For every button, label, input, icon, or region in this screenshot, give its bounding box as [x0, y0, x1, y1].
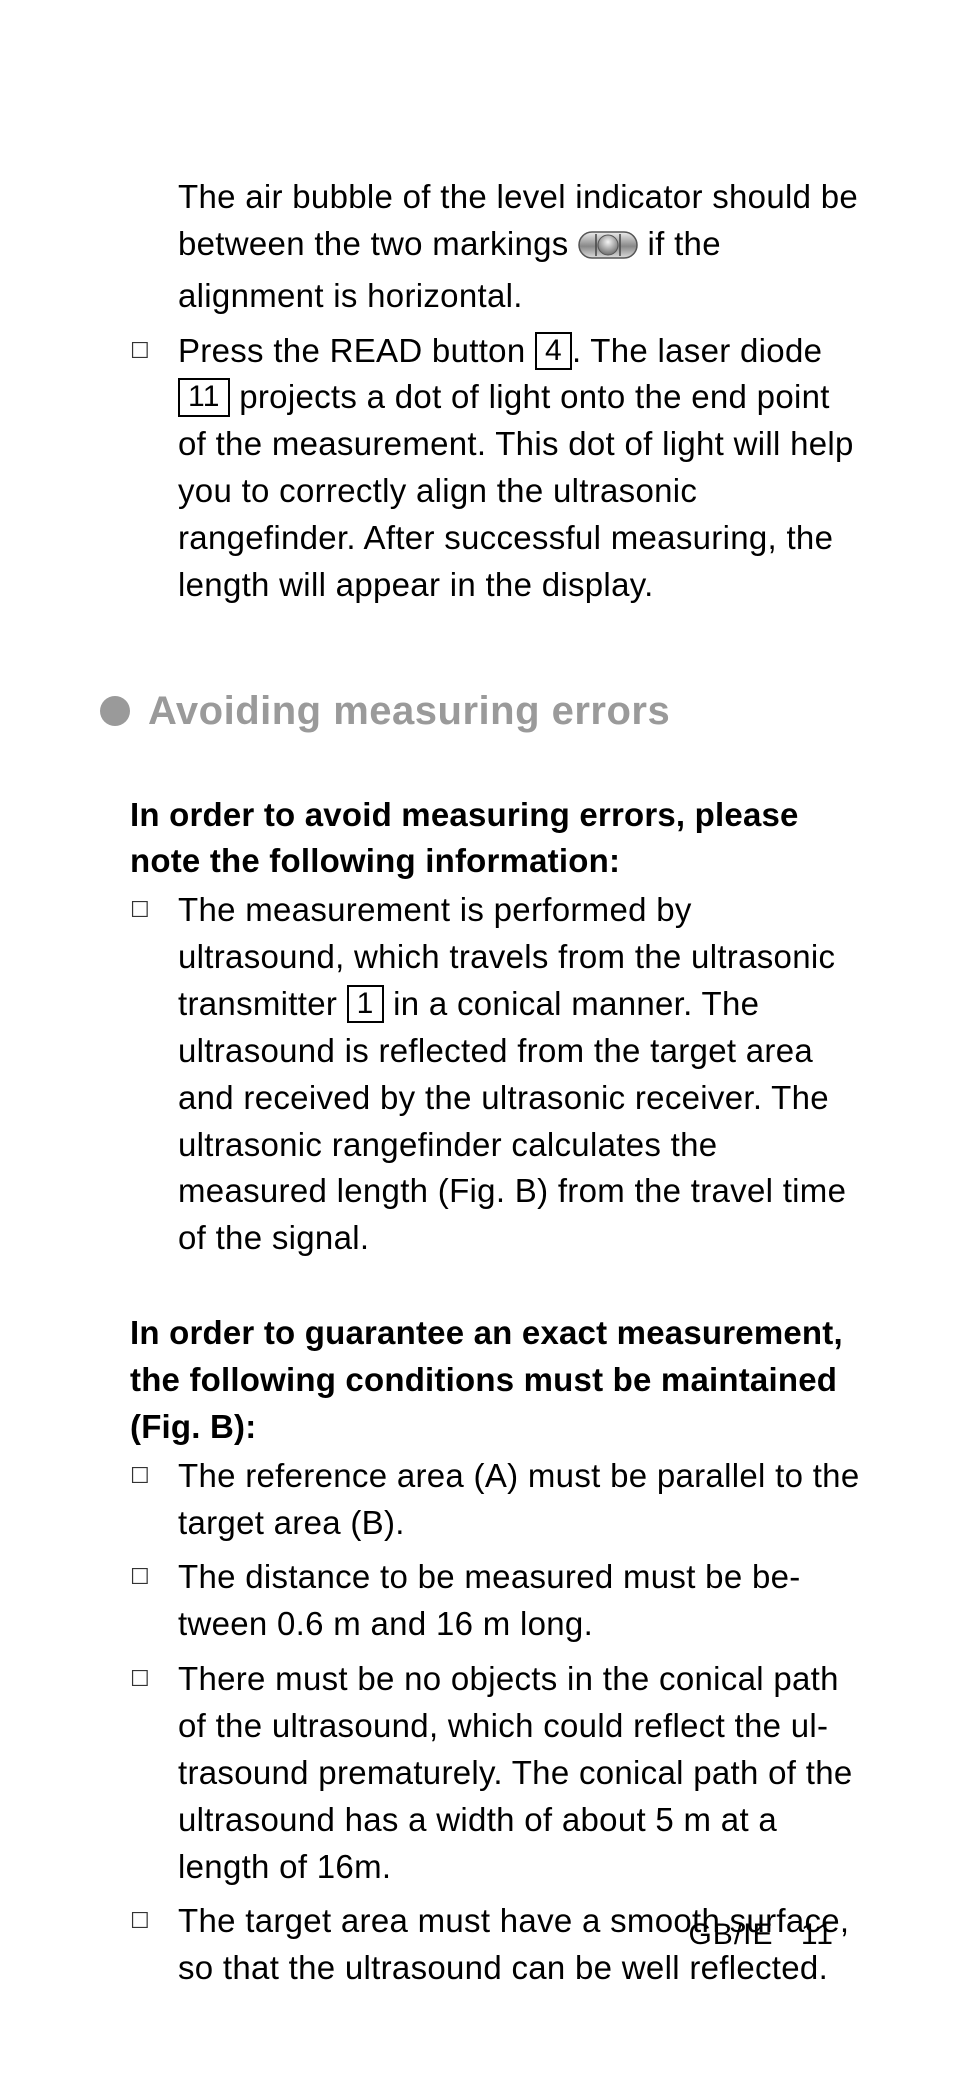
square-bullet-icon: ☐ [130, 887, 178, 933]
text: The measurement is performed by ultrasou… [178, 887, 864, 1262]
reference-number-1: 1 [347, 985, 384, 1024]
level-bubble-icon [578, 226, 638, 273]
section-title: Avoiding measuring errors [148, 683, 670, 740]
square-bullet-icon: ☐ [130, 1656, 178, 1702]
list-item: ☐ There must be no objects in the conica… [130, 1656, 864, 1890]
page-footer: GB/IE 11 [688, 1918, 834, 1952]
square-bullet-icon: ☐ [130, 328, 178, 374]
text: projects a dot of light onto the end poi… [178, 378, 854, 602]
list-item: ☐ The reference area (A) must be paralle… [130, 1453, 864, 1547]
text: The reference area (A) must be parallel … [178, 1453, 864, 1547]
text: Press the READ button [178, 332, 535, 369]
text: in a conical manner. The ultrasound is r… [178, 985, 846, 1256]
subheading-avoid-errors: In order to avoid measuring errors, plea… [130, 792, 864, 886]
list-item: ☐ Press the READ button 4. The laser dio… [130, 328, 864, 609]
page-number: 11 [801, 1918, 834, 1951]
text: Press the READ button 4. The laser diode… [178, 328, 864, 609]
reference-number-4: 4 [535, 332, 572, 371]
text: There must be no objects in the conical … [178, 1656, 864, 1890]
paragraph-level-indicator: The air bubble of the level indicator sh… [178, 174, 864, 320]
list-item: ☐ The distance to be measured must be be… [130, 1554, 864, 1648]
square-bullet-icon: ☐ [130, 1898, 178, 1944]
list-item: ☐ The measurement is performed by ultras… [130, 887, 864, 1262]
square-bullet-icon: ☐ [130, 1453, 178, 1499]
text: The distance to be measured must be be­t… [178, 1554, 864, 1648]
subheading-guarantee: In order to guarantee an exact measure­m… [130, 1310, 864, 1451]
locale-label: GB/IE [688, 1918, 773, 1951]
text: . The laser diode [572, 332, 822, 369]
square-bullet-icon: ☐ [130, 1554, 178, 1600]
bullet-dot-icon [100, 696, 130, 726]
section-heading: Avoiding measuring errors [100, 683, 864, 740]
text: The air bubble of the level indicator sh… [178, 178, 858, 262]
reference-number-11: 11 [178, 378, 230, 417]
